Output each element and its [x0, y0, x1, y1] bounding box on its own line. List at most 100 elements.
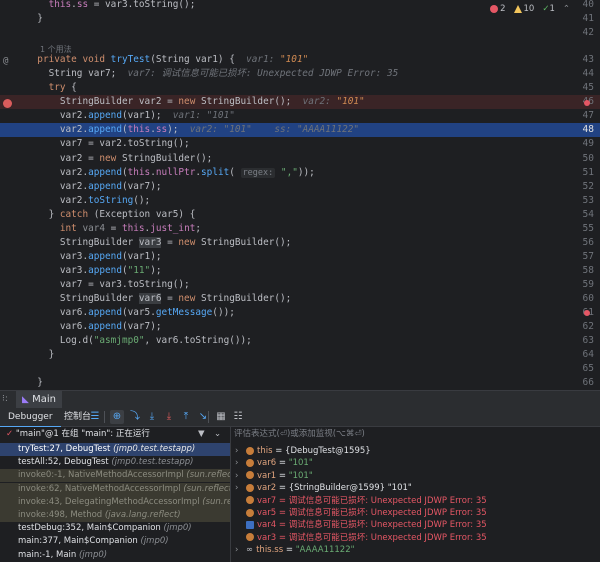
line-number[interactable]: 63 — [572, 334, 594, 348]
variable-row[interactable]: › var2 = {StringBuilder@1599} "101" — [231, 482, 600, 495]
code-line[interactable]: this.ss = var3.toString(); 40 — [0, 0, 600, 12]
line-number[interactable]: 45 — [572, 81, 594, 95]
line-number[interactable]: 65 — [572, 362, 594, 376]
stack-frame[interactable]: testDebug:352, Main$Companion (jmp0) — [0, 522, 230, 535]
variable-row[interactable]: › ∞ this.ss = "AAAA11122" — [231, 544, 600, 557]
line-number[interactable]: 55 — [572, 222, 594, 236]
check-icon: ✓ — [6, 429, 14, 439]
trace-icon[interactable]: ☷ — [231, 410, 245, 424]
code-line[interactable]: } 66 — [0, 376, 600, 390]
breakpoint-icon[interactable] — [3, 99, 12, 108]
line-number[interactable]: 64 — [572, 348, 594, 362]
code-line[interactable]: var7 = var2.toString(); 49 — [0, 137, 600, 151]
stack-frame[interactable]: invoke:62, NativeMethodAccessorImpl (sun… — [0, 482, 230, 496]
variable-row[interactable]: › var1 = "101" — [231, 470, 600, 483]
expand-chevron-icon[interactable]: › — [235, 457, 243, 470]
code-line[interactable]: } catch (Exception var5) {54 — [0, 208, 600, 222]
variable-row[interactable]: › this = {DebugTest@1595} — [231, 445, 600, 458]
step-out-icon[interactable]: ⤒ — [179, 410, 193, 424]
stack-frame[interactable]: main:-1, Main (jmp0) — [0, 549, 230, 562]
line-number[interactable]: 40 — [572, 0, 594, 12]
code-line[interactable]: var6.append(var7); 62 — [0, 320, 600, 334]
code-line[interactable]: StringBuilder var2 = new StringBuilder()… — [0, 95, 600, 110]
line-number[interactable]: 41 — [572, 12, 594, 26]
code-line[interactable]: var2.append(var7); 52 — [0, 180, 600, 194]
code-line[interactable]: var7 = var3.toString(); 59 — [0, 278, 600, 292]
error-stripe-marker[interactable] — [584, 310, 590, 316]
code-line[interactable]: try {45 — [0, 81, 600, 95]
evaluate-expression-icon[interactable]: ▦ — [214, 410, 228, 424]
line-number[interactable]: 48 — [572, 123, 594, 137]
code-line[interactable]: StringBuilder var3 = new StringBuilder()… — [0, 236, 600, 250]
variable-icon — [246, 446, 254, 455]
show-execution-point-icon[interactable]: ⊕ — [110, 410, 124, 424]
eval-expression-input[interactable]: 评估表达式(⏎)或添加监视(⌥⌘⏎) — [231, 427, 600, 441]
line-number[interactable]: 53 — [572, 194, 594, 208]
code-editor[interactable]: 2 10 ✓1 ⌃ this.ss = var3.toString(); 40 }… — [0, 0, 600, 390]
variable-row[interactable]: › var6 = "101" — [231, 457, 600, 470]
stack-frame[interactable]: invoke:498, Method (java.lang.reflect) — [0, 509, 230, 522]
expand-chevron-icon[interactable]: › — [235, 544, 243, 557]
line-number[interactable]: 58 — [572, 264, 594, 278]
error-stripe-marker[interactable] — [584, 100, 590, 106]
stack-frame[interactable]: invoke:43, DelegatingMethodAccessorImpl … — [0, 495, 230, 509]
tab-debugger[interactable]: Debugger — [0, 408, 61, 428]
stack-frame[interactable]: main:377, Main$Companion (jmp0) — [0, 535, 230, 548]
code-line[interactable]: private void tryTest(String var1) { var1… — [0, 53, 600, 67]
line-number[interactable]: 51 — [572, 166, 594, 180]
line-number[interactable]: 42 — [572, 26, 594, 40]
step-over-icon[interactable]: ⤵ — [128, 410, 142, 424]
expand-chevron-icon[interactable]: › — [235, 482, 243, 495]
line-number[interactable]: 50 — [572, 152, 594, 166]
line-number[interactable]: 47 — [572, 109, 594, 123]
code-line[interactable]: } 64 — [0, 348, 600, 362]
code-line[interactable]: var2 = new StringBuilder(); 50 — [0, 152, 600, 166]
code-line[interactable]: int var4 = this.just_int; 55 — [0, 222, 600, 236]
expand-chevron-icon[interactable]: › — [235, 445, 243, 458]
code-line[interactable]: String var7; var7: 调试信息可能已损坏: Unexpected… — [0, 67, 600, 81]
code-line[interactable]: } 41 — [0, 12, 600, 26]
code-line[interactable]: var2.toString(); 53 — [0, 194, 600, 208]
line-number[interactable]: 61 — [572, 306, 594, 320]
code-line[interactable]: var2.append(this.nullPtr.split( regex: "… — [0, 166, 600, 180]
line-number[interactable]: 56 — [572, 236, 594, 250]
line-number[interactable]: 46 — [572, 95, 594, 109]
thread-selector[interactable]: ✓ "main"@1 在组 "main": 正在运行 ▼ ⌄ — [0, 427, 230, 441]
line-number[interactable]: 66 — [572, 376, 594, 390]
expand-chevron-icon[interactable]: › — [235, 470, 243, 483]
code-line[interactable]: var3.append(var1); 57 — [0, 250, 600, 264]
code-line[interactable]: Log.d("asmjmp0", var6.toString()); 63 — [0, 334, 600, 348]
code-line[interactable]: StringBuilder var6 = new StringBuilder()… — [0, 292, 600, 306]
code-text: this.ss = var3.toString(); — [26, 0, 196, 12]
variable-row[interactable]: var3 = 调试信息可能已损坏: Unexpected JDWP Error:… — [231, 532, 600, 545]
force-step-into-icon[interactable]: ⤓ — [162, 410, 176, 424]
stack-frame[interactable]: invoke0:-1, NativeMethodAccessorImpl (su… — [0, 469, 230, 483]
usages-hint[interactable]: 1 个用法 — [40, 44, 72, 55]
stack-frame[interactable]: testAll:52, DebugTest (jmp0.test.testapp… — [0, 456, 230, 469]
step-into-icon[interactable]: ⤓ — [145, 410, 159, 424]
chevron-down-icon[interactable]: ⌄ — [214, 427, 221, 441]
line-number[interactable]: 43 — [572, 53, 594, 67]
code-line[interactable]: var3.append("11"); 58 — [0, 264, 600, 278]
line-number[interactable]: 54 — [572, 208, 594, 222]
menu-icon[interactable]: ☰ — [88, 410, 102, 424]
variable-row[interactable]: var5 = 调试信息可能已损坏: Unexpected JDWP Error:… — [231, 507, 600, 520]
line-number[interactable]: 57 — [572, 250, 594, 264]
code-line[interactable]: 42 — [0, 26, 600, 40]
line-number[interactable]: 44 — [572, 67, 594, 81]
line-number[interactable]: 62 — [572, 320, 594, 334]
variable-row[interactable]: var4 = 调试信息可能已损坏: Unexpected JDWP Error:… — [231, 519, 600, 532]
line-number[interactable]: 59 — [572, 278, 594, 292]
code-line[interactable]: var2.append(var1); var1: "101" 47 — [0, 109, 600, 123]
filter-icon[interactable]: ▼ — [198, 427, 205, 441]
code-line[interactable]: 65 — [0, 362, 600, 376]
code-line[interactable]: var2.append(this.ss); var2: "101" ss: "A… — [0, 123, 600, 138]
override-icon[interactable]: @ — [3, 56, 8, 66]
code-line[interactable]: var6.append(var5.getMessage()); 61 — [0, 306, 600, 320]
variable-row[interactable]: var7 = 调试信息可能已损坏: Unexpected JDWP Error:… — [231, 495, 600, 508]
line-number[interactable]: 60 — [572, 292, 594, 306]
stack-frame[interactable]: tryTest:27, DebugTest (jmp0.test.testapp… — [0, 443, 230, 456]
line-number[interactable]: 52 — [572, 180, 594, 194]
line-number[interactable]: 49 — [572, 137, 594, 151]
